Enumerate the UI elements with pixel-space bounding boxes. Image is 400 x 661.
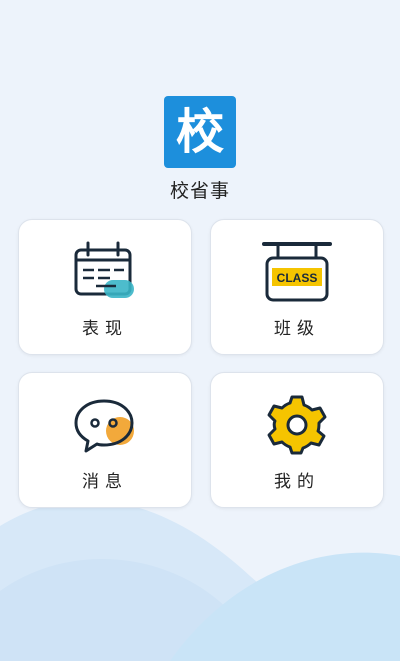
calendar-icon [74,241,134,298]
class-sign-icon: CLASS [262,242,332,302]
messages-label: 消息 [82,472,128,492]
chat-bubble-icon [74,399,134,453]
gear-icon [267,395,327,455]
performance-card[interactable]: 表现 [18,219,192,355]
mine-label: 我的 [274,472,320,492]
app-header: 校 校省事 [0,96,400,203]
performance-label: 表现 [82,319,128,339]
class-card[interactable]: CLASS 班级 [210,219,384,355]
messages-card[interactable]: 消息 [18,372,192,508]
app-name: 校省事 [169,180,230,202]
background-wave [0,500,400,661]
class-label: 班级 [274,319,320,339]
mine-card[interactable]: 我的 [210,372,384,508]
app-logo: 校 [164,96,236,168]
class-sign-text: CLASS [277,271,318,285]
